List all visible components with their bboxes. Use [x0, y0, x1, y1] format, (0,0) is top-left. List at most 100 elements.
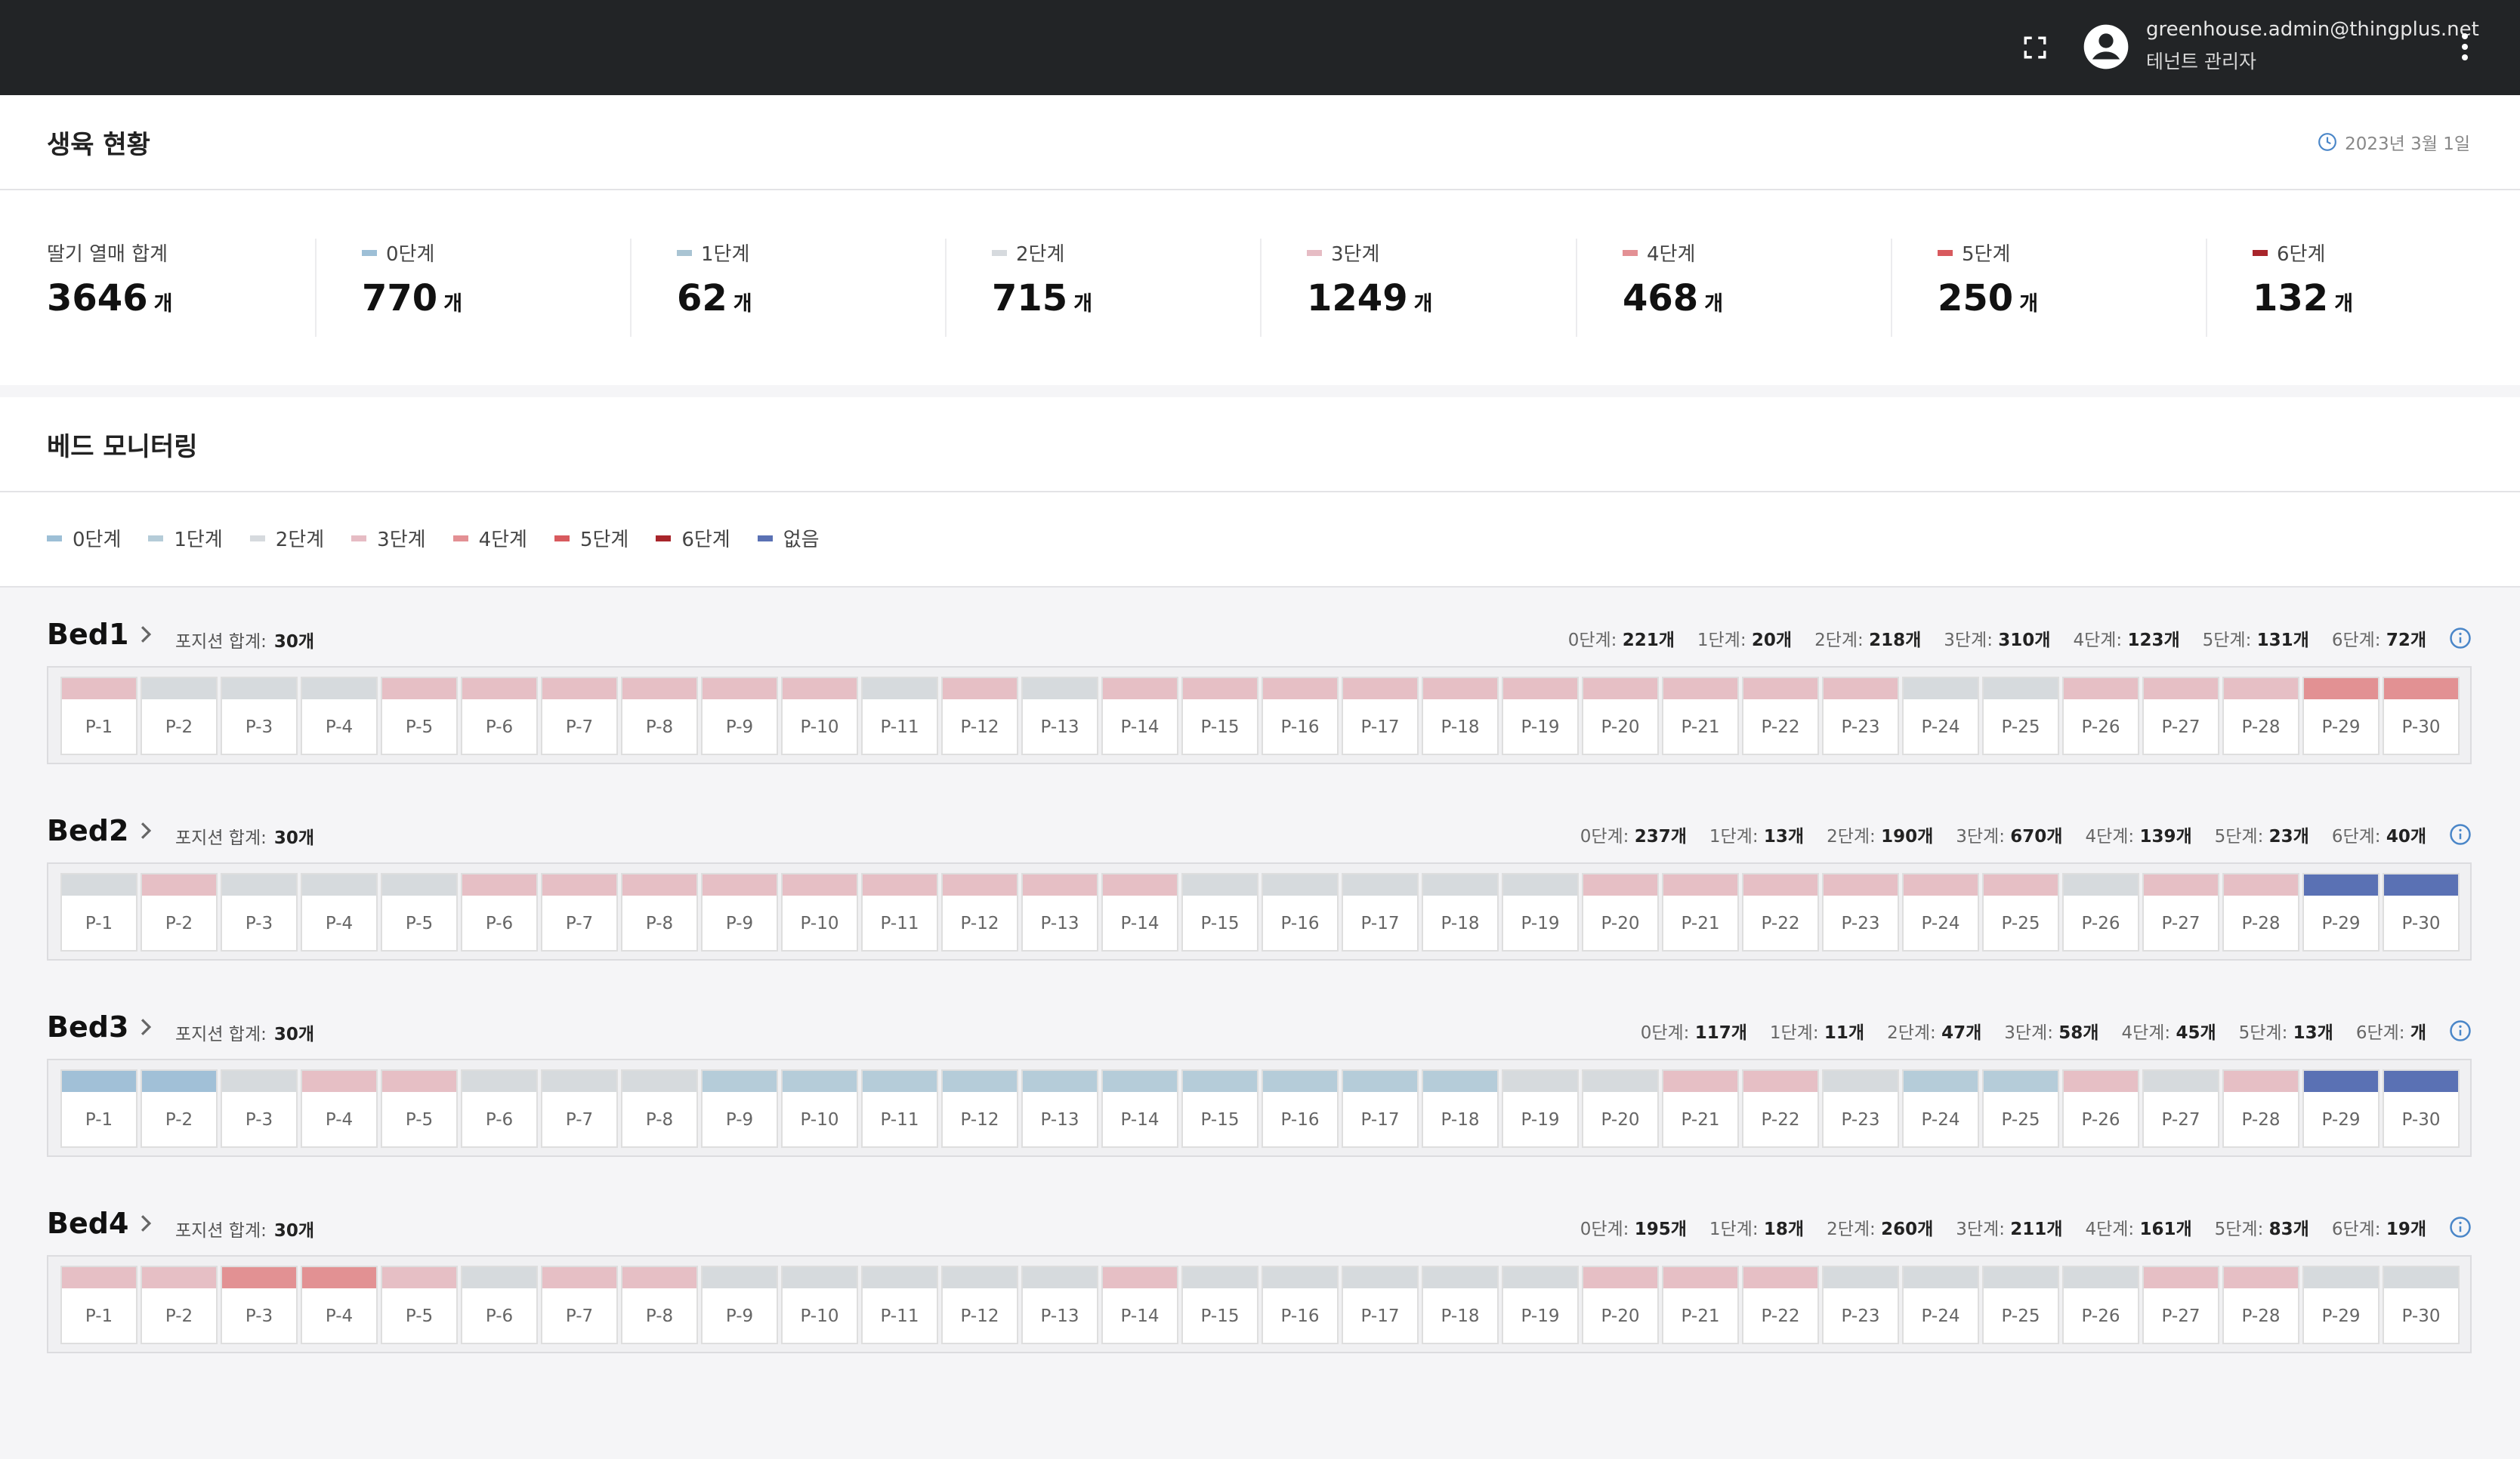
position-cell[interactable]: P-18	[1422, 1266, 1499, 1344]
position-cell[interactable]: P-23	[1822, 873, 1899, 952]
position-cell[interactable]: P-2	[141, 1069, 218, 1148]
position-cell[interactable]: P-9	[701, 873, 778, 952]
position-cell[interactable]: P-14	[1101, 677, 1178, 755]
bed-name-link[interactable]: Bed1	[47, 618, 153, 651]
position-cell[interactable]: P-6	[461, 677, 538, 755]
position-cell[interactable]: P-30	[2383, 873, 2460, 952]
position-cell[interactable]: P-20	[1582, 873, 1659, 952]
position-cell[interactable]: P-19	[1502, 1069, 1579, 1148]
position-cell[interactable]: P-11	[861, 873, 938, 952]
position-cell[interactable]: P-15	[1181, 677, 1258, 755]
position-cell[interactable]: P-4	[301, 873, 378, 952]
position-cell[interactable]: P-13	[1021, 1266, 1098, 1344]
position-cell[interactable]: P-26	[2062, 677, 2139, 755]
position-cell[interactable]: P-11	[861, 1069, 938, 1148]
position-cell[interactable]: P-28	[2222, 873, 2299, 952]
position-cell[interactable]: P-9	[701, 1266, 778, 1344]
position-cell[interactable]: P-20	[1582, 677, 1659, 755]
position-cell[interactable]: P-1	[60, 1069, 137, 1148]
position-cell[interactable]: P-18	[1422, 873, 1499, 952]
position-cell[interactable]: P-21	[1662, 873, 1739, 952]
position-cell[interactable]: P-7	[541, 873, 618, 952]
position-cell[interactable]: P-12	[941, 1266, 1018, 1344]
position-cell[interactable]: P-16	[1262, 1266, 1339, 1344]
position-cell[interactable]: P-5	[381, 873, 458, 952]
position-cell[interactable]: P-6	[461, 1069, 538, 1148]
position-cell[interactable]: P-12	[941, 1069, 1018, 1148]
position-cell[interactable]: P-13	[1021, 677, 1098, 755]
position-cell[interactable]: P-17	[1342, 873, 1419, 952]
position-cell[interactable]: P-17	[1342, 1069, 1419, 1148]
position-cell[interactable]: P-16	[1262, 1069, 1339, 1148]
position-cell[interactable]: P-24	[1902, 1069, 1979, 1148]
position-cell[interactable]: P-29	[2302, 1266, 2379, 1344]
position-cell[interactable]: P-1	[60, 677, 137, 755]
info-icon[interactable]	[2449, 1216, 2472, 1238]
position-cell[interactable]: P-28	[2222, 677, 2299, 755]
position-cell[interactable]: P-21	[1662, 1069, 1739, 1148]
position-cell[interactable]: P-4	[301, 677, 378, 755]
position-cell[interactable]: P-29	[2302, 873, 2379, 952]
bed-name-link[interactable]: Bed4	[47, 1207, 153, 1240]
position-cell[interactable]: P-11	[861, 1266, 938, 1344]
position-cell[interactable]: P-4	[301, 1266, 378, 1344]
position-cell[interactable]: P-2	[141, 677, 218, 755]
account-circle-icon[interactable]	[2082, 23, 2130, 71]
position-cell[interactable]: P-26	[2062, 873, 2139, 952]
position-cell[interactable]: P-24	[1902, 677, 1979, 755]
position-cell[interactable]: P-1	[60, 873, 137, 952]
position-cell[interactable]: P-30	[2383, 1266, 2460, 1344]
position-cell[interactable]: P-11	[861, 677, 938, 755]
position-cell[interactable]: P-27	[2142, 677, 2219, 755]
position-cell[interactable]: P-29	[2302, 677, 2379, 755]
position-cell[interactable]: P-23	[1822, 1266, 1899, 1344]
position-cell[interactable]: P-10	[781, 1266, 858, 1344]
position-cell[interactable]: P-9	[701, 677, 778, 755]
fullscreen-icon[interactable]	[2022, 35, 2048, 60]
position-cell[interactable]: P-17	[1342, 1266, 1419, 1344]
position-cell[interactable]: P-3	[221, 1266, 298, 1344]
position-cell[interactable]: P-22	[1742, 677, 1819, 755]
position-cell[interactable]: P-25	[1982, 1266, 2059, 1344]
position-cell[interactable]: P-5	[381, 677, 458, 755]
position-cell[interactable]: P-16	[1262, 677, 1339, 755]
position-cell[interactable]: P-13	[1021, 873, 1098, 952]
position-cell[interactable]: P-3	[221, 677, 298, 755]
position-cell[interactable]: P-25	[1982, 677, 2059, 755]
info-icon[interactable]	[2449, 823, 2472, 846]
position-cell[interactable]: P-14	[1101, 873, 1178, 952]
position-cell[interactable]: P-12	[941, 873, 1018, 952]
position-cell[interactable]: P-15	[1181, 873, 1258, 952]
position-cell[interactable]: P-15	[1181, 1069, 1258, 1148]
position-cell[interactable]: P-6	[461, 873, 538, 952]
position-cell[interactable]: P-5	[381, 1266, 458, 1344]
position-cell[interactable]: P-22	[1742, 1266, 1819, 1344]
position-cell[interactable]: P-26	[2062, 1069, 2139, 1148]
position-cell[interactable]: P-6	[461, 1266, 538, 1344]
position-cell[interactable]: P-10	[781, 677, 858, 755]
position-cell[interactable]: P-27	[2142, 1266, 2219, 1344]
bed-name-link[interactable]: Bed2	[47, 814, 153, 847]
position-cell[interactable]: P-26	[2062, 1266, 2139, 1344]
position-cell[interactable]: P-10	[781, 873, 858, 952]
position-cell[interactable]: P-13	[1021, 1069, 1098, 1148]
position-cell[interactable]: P-23	[1822, 677, 1899, 755]
position-cell[interactable]: P-19	[1502, 677, 1579, 755]
position-cell[interactable]: P-20	[1582, 1069, 1659, 1148]
position-cell[interactable]: P-1	[60, 1266, 137, 1344]
position-cell[interactable]: P-28	[2222, 1069, 2299, 1148]
position-cell[interactable]: P-2	[141, 1266, 218, 1344]
info-icon[interactable]	[2449, 627, 2472, 649]
position-cell[interactable]: P-8	[621, 1266, 698, 1344]
position-cell[interactable]: P-19	[1502, 873, 1579, 952]
position-cell[interactable]: P-29	[2302, 1069, 2379, 1148]
position-cell[interactable]: P-4	[301, 1069, 378, 1148]
position-cell[interactable]: P-20	[1582, 1266, 1659, 1344]
position-cell[interactable]: P-24	[1902, 873, 1979, 952]
position-cell[interactable]: P-23	[1822, 1069, 1899, 1148]
position-cell[interactable]: P-18	[1422, 677, 1499, 755]
position-cell[interactable]: P-17	[1342, 677, 1419, 755]
info-icon[interactable]	[2449, 1019, 2472, 1042]
position-cell[interactable]: P-18	[1422, 1069, 1499, 1148]
position-cell[interactable]: P-7	[541, 1069, 618, 1148]
